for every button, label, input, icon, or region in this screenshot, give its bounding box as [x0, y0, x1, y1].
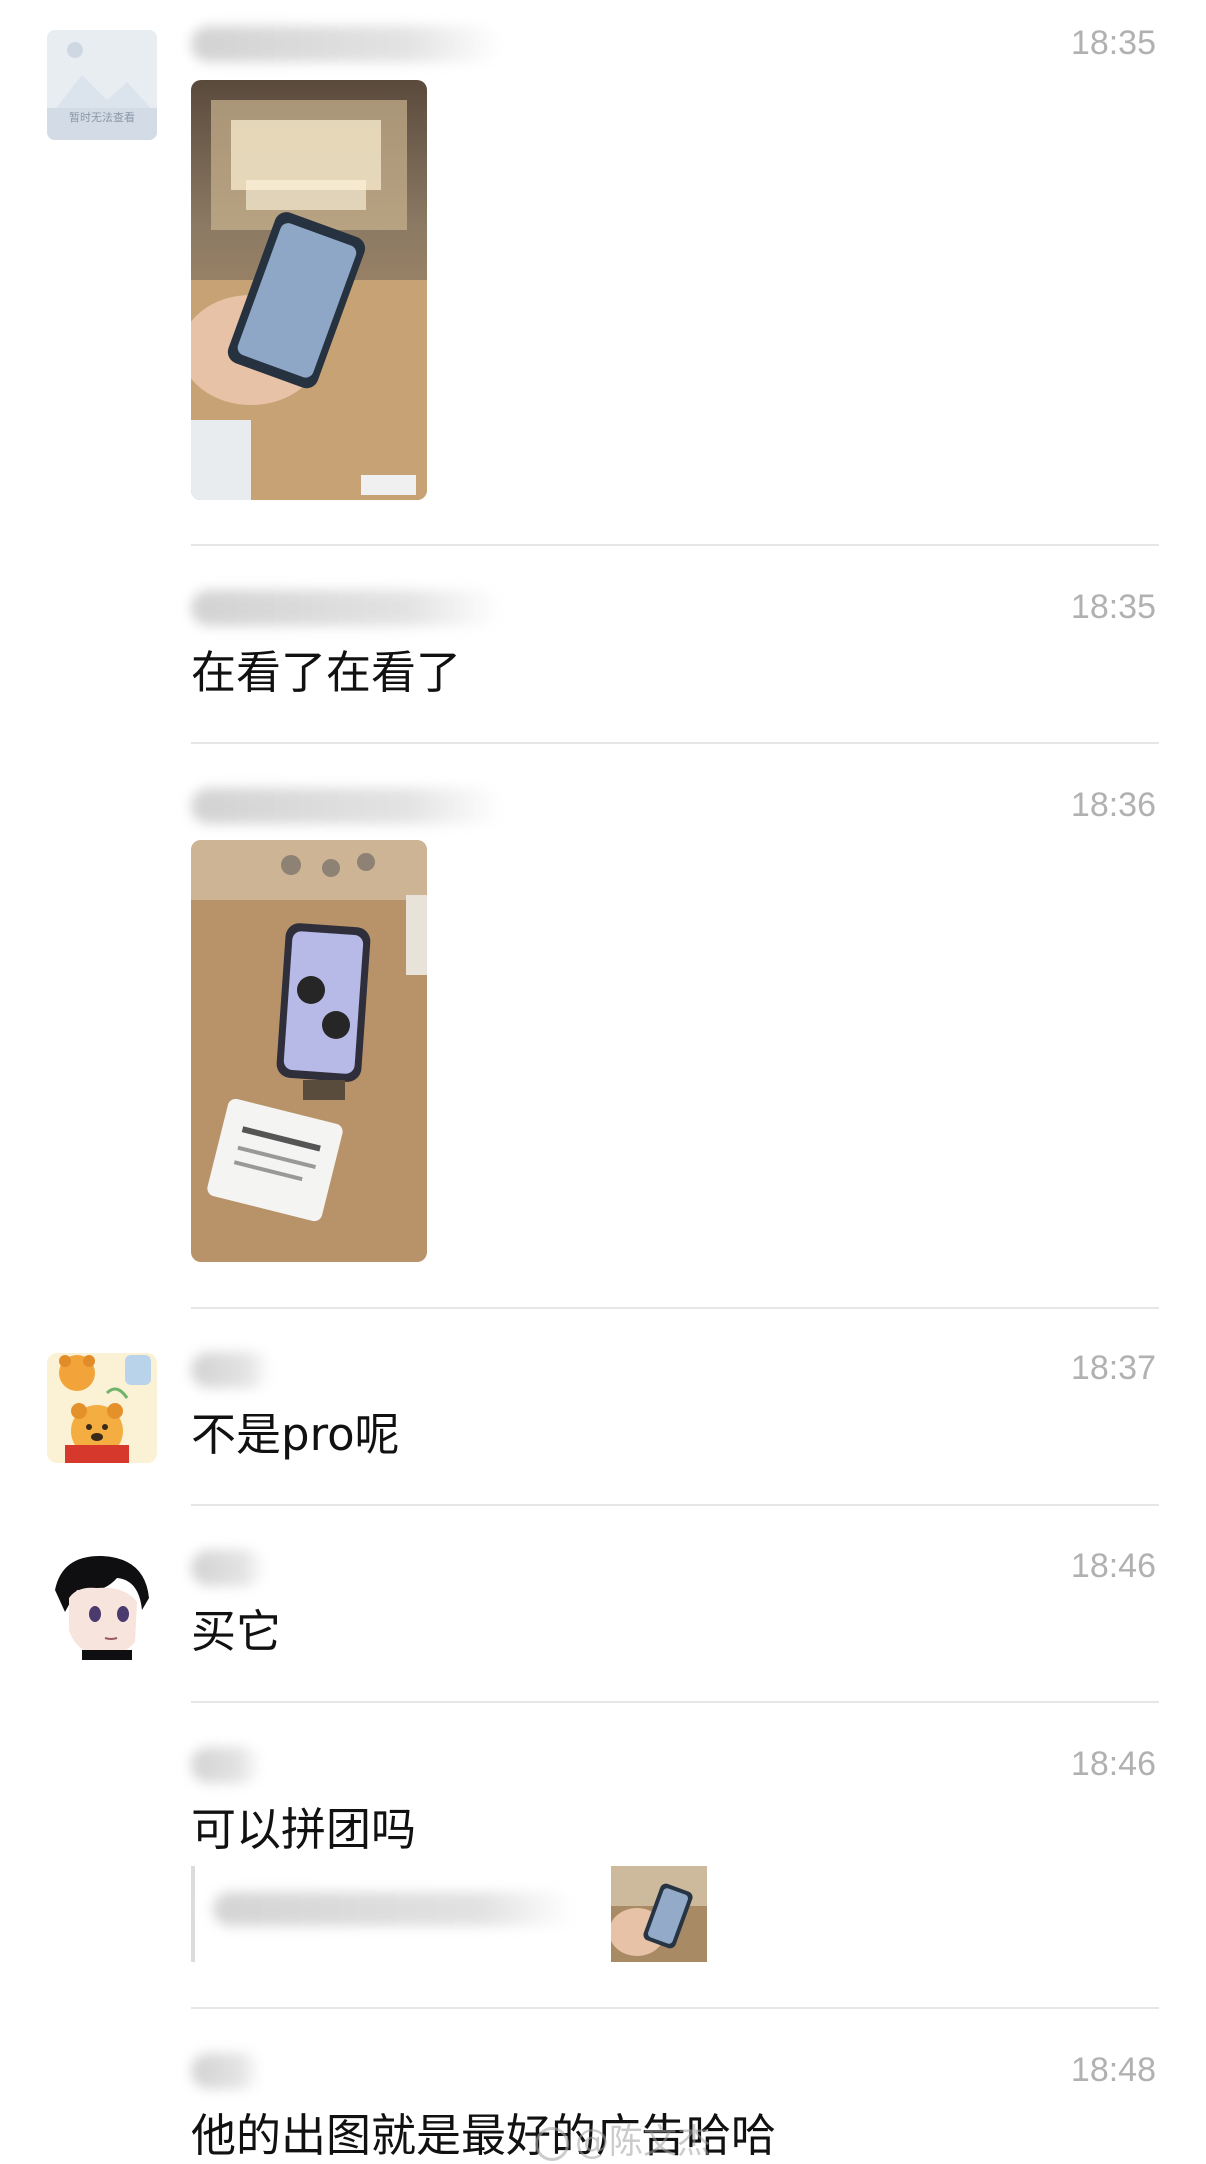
avatar-placeholder-text: 暂时无法查看	[69, 111, 135, 124]
message-text[interactable]: 买它	[191, 1604, 281, 1660]
quoted-sender-blurred	[213, 1892, 573, 1926]
quote-bar	[191, 1866, 195, 1962]
message-time: 18:35	[1070, 588, 1156, 626]
sender-name-blurred	[191, 1352, 271, 1388]
quoted-message[interactable]	[191, 1866, 711, 1962]
avatar[interactable]: 暂时无法查看	[47, 30, 157, 140]
quoted-phone-photo-thumbnail	[611, 1866, 707, 1962]
message-time: 18:36	[1070, 786, 1156, 824]
sender-name-blurred	[191, 26, 501, 62]
message-divider	[191, 1504, 1159, 1506]
sender-name-blurred	[191, 590, 501, 626]
sender-name-blurred	[191, 788, 501, 824]
phone-on-display-stand-photo	[191, 840, 427, 1262]
message-divider	[191, 742, 1159, 744]
message-divider	[191, 544, 1159, 546]
message-photo[interactable]	[191, 840, 427, 1262]
sender-name-blurred	[191, 2053, 261, 2089]
message-divider	[191, 1701, 1159, 1703]
avatar[interactable]	[47, 1550, 157, 1660]
message-time: 18:46	[1070, 1745, 1156, 1783]
message-time: 18:46	[1070, 1547, 1156, 1585]
sender-name-blurred	[191, 1747, 261, 1783]
watermark-text: @陈文杰	[575, 2122, 711, 2162]
message-time: 18:37	[1070, 1349, 1156, 1387]
message-time: 18:35	[1070, 24, 1156, 62]
hand-holding-phone-in-store-photo	[191, 80, 427, 500]
message-time: 18:48	[1070, 2051, 1156, 2089]
avatar[interactable]	[47, 1353, 157, 1463]
anime-boy-avatar	[47, 1550, 157, 1660]
message-photo[interactable]	[191, 80, 427, 500]
message-text[interactable]: 可以拼团吗	[191, 1802, 416, 1858]
message-divider	[191, 2007, 1159, 2009]
watermark: @陈文杰	[535, 2114, 711, 2163]
weibo-logo-icon	[535, 2126, 569, 2161]
winnie-the-pooh-avatar	[47, 1353, 157, 1463]
message-text[interactable]: 在看了在看了	[191, 645, 461, 701]
quoted-image-thumbnail[interactable]	[611, 1866, 707, 1962]
message-divider	[191, 1307, 1159, 1309]
sender-name-blurred	[191, 1550, 266, 1586]
message-text[interactable]: 不是pro呢	[191, 1407, 400, 1463]
